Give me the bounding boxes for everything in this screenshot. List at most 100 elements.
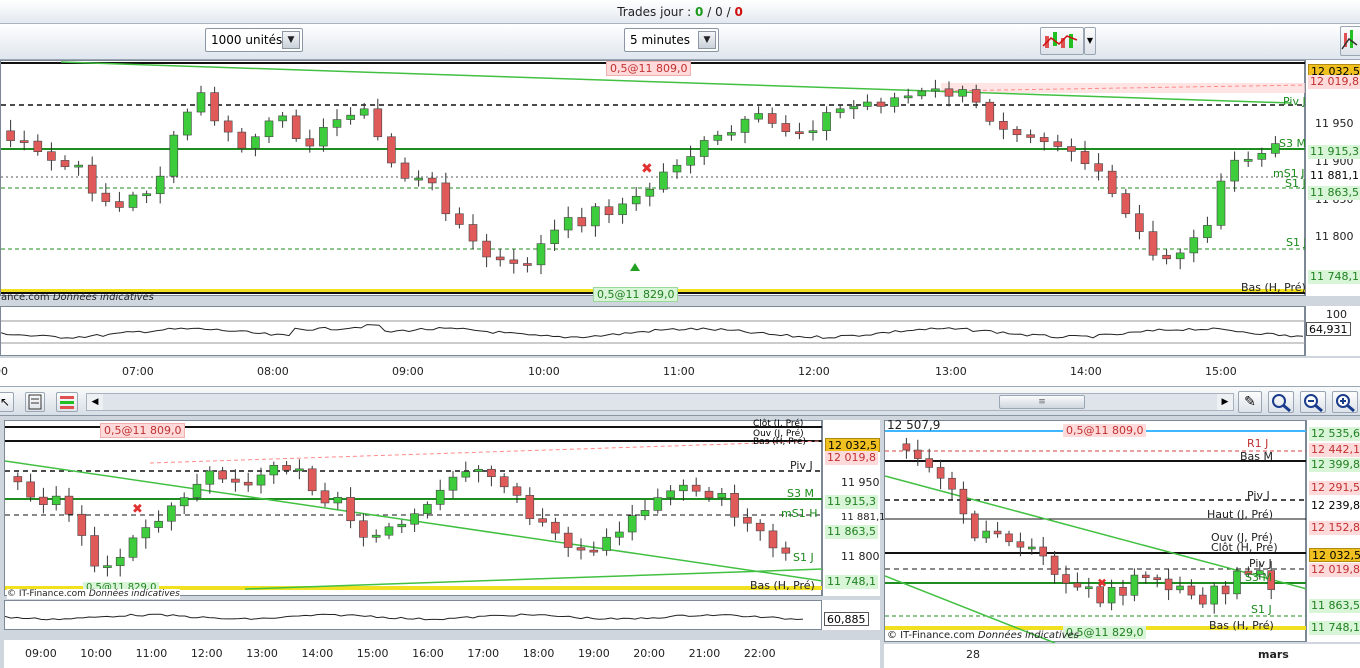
- right-candle: [902, 443, 911, 451]
- main-price-axis: 12 000 11 950 11 900 11 850 11 800 12 03…: [1305, 60, 1360, 296]
- chart-type-button[interactable]: [1040, 27, 1084, 55]
- left-candle: [13, 476, 23, 483]
- right-candle: [1187, 585, 1196, 596]
- left-candle: [282, 465, 291, 471]
- price-box: 11 863,5: [1309, 599, 1360, 613]
- main-price-chart[interactable]: ✖ 0,5@11 809,0 0,5@11 829,0 ance.com Don…: [0, 60, 1307, 303]
- price-tick: 11 800: [841, 550, 880, 563]
- main-candle: [618, 203, 627, 216]
- left-candle: [551, 521, 560, 534]
- main-candle: [659, 171, 668, 190]
- main-candle: [1189, 237, 1199, 254]
- main-candle: [47, 151, 56, 161]
- left-candle: [256, 474, 266, 486]
- right-candle: [1198, 594, 1207, 605]
- right-candle: [936, 467, 945, 479]
- left-candle: [538, 518, 547, 523]
- drawing-tool-icon: [28, 394, 42, 410]
- price-box: 12 019,8: [825, 451, 878, 465]
- sell-marker-icon: ✖: [132, 502, 143, 517]
- main-candle: [1257, 153, 1267, 160]
- osc-value: 64,931: [1306, 322, 1351, 336]
- time-tick: 14:00: [301, 647, 334, 660]
- time-tick: 22:00: [743, 647, 776, 660]
- left-candle: [333, 497, 343, 504]
- right-candle: [925, 458, 934, 468]
- trades-sep-1: /: [707, 5, 712, 19]
- scroll-right-icon[interactable]: ▶: [1217, 394, 1233, 410]
- price-box: 12 152,8: [1309, 521, 1360, 535]
- trades-count-b: 0: [715, 5, 723, 19]
- left-candle: [103, 565, 112, 568]
- left-candle: [653, 497, 663, 511]
- watermark: © IT-Finance.com Données indicatives: [887, 630, 1079, 641]
- header-label: Bas (H, Pré): [753, 437, 807, 447]
- main-candle: [835, 108, 845, 113]
- zoom-out-button[interactable]: [1300, 391, 1326, 413]
- left-candle: [717, 493, 727, 499]
- left-candle: [39, 496, 48, 505]
- main-chart-canvas: ✖: [1, 61, 1307, 294]
- trade-label-bottom: 0,5@11 829,0: [593, 287, 679, 302]
- left-candle: [499, 476, 509, 488]
- chevron-down-icon[interactable]: ▼: [698, 31, 716, 49]
- interval-select[interactable]: 5 minutes ▼: [624, 28, 719, 52]
- right-candle: [1028, 546, 1036, 550]
- time-tick: 09:00: [25, 647, 57, 660]
- main-candle: [1203, 225, 1212, 238]
- left-candle: [307, 468, 317, 492]
- main-candle: [1216, 180, 1226, 226]
- zoom-in-button[interactable]: [1332, 391, 1358, 413]
- line-label-s1b: S1 J: [1286, 236, 1307, 249]
- price-box-last: 12 032,5: [1309, 548, 1360, 562]
- main-candle: [740, 118, 750, 133]
- price-box: 11 915,3: [1308, 145, 1360, 159]
- horizontal-scrollbar[interactable]: ◀ ≡ ▶: [86, 393, 1234, 411]
- zoom-fit-button[interactable]: [1268, 391, 1294, 413]
- main-candle: [1230, 159, 1239, 182]
- chevron-down-icon[interactable]: ▼: [282, 31, 300, 49]
- left-candle: [525, 495, 535, 519]
- left-candle: [768, 530, 778, 549]
- time-tick: 17:00: [467, 647, 500, 660]
- indicator-list-button[interactable]: [56, 392, 78, 412]
- left-candle: [64, 495, 74, 515]
- right-candle: [993, 530, 1002, 535]
- scroll-left-icon[interactable]: ◀: [87, 394, 103, 410]
- left-candle: [461, 471, 471, 478]
- main-candle: [142, 193, 151, 197]
- cursor-tool-icon[interactable]: ↖: [0, 392, 14, 412]
- zoom-fit-icon: [1272, 394, 1291, 413]
- time-tick: 21:00: [688, 647, 721, 660]
- main-candle: [645, 188, 655, 197]
- left-candle: [192, 483, 202, 498]
- left-candle: [679, 484, 688, 492]
- chevron-down-icon[interactable]: ▼: [1084, 27, 1096, 55]
- right-candle: [1016, 541, 1025, 548]
- interval-select-value: 5 minutes: [630, 33, 691, 47]
- left-price-chart[interactable]: ✖ 0,5@11 809,0 0,5@11 829,0 Clôt (J, Pré…: [4, 419, 824, 599]
- main-candle: [1162, 254, 1171, 260]
- right-price-chart[interactable]: ✖ 12 507,9 0,5@11 809,0 0,5@11 829,0 R1 …: [884, 418, 1308, 644]
- units-select[interactable]: 1000 unités ▼: [205, 28, 303, 52]
- pencil-icon[interactable]: ✎: [1238, 391, 1262, 413]
- left-candle: [423, 504, 432, 515]
- main-candle: [604, 206, 614, 216]
- scroll-thumb[interactable]: ≡: [999, 395, 1085, 409]
- time-tick: mars: [1258, 648, 1289, 661]
- trades-label: Trades jour :: [617, 5, 692, 19]
- main-candle: [523, 263, 532, 266]
- main-candle: [985, 101, 995, 122]
- oscillator-line: [4, 613, 804, 621]
- main-candle: [808, 130, 818, 133]
- left-candle: [487, 468, 496, 477]
- right-candle: [959, 488, 968, 515]
- drawing-tool-button[interactable]: [25, 392, 45, 412]
- indicator-button[interactable]: [1340, 26, 1360, 56]
- line-label-bas: Bas (H, Pré): [750, 579, 815, 592]
- toolbar: 1000 unités ▼ 5 minutes ▼ ▼: [0, 24, 1360, 60]
- line-label-piv: Piv J: [1247, 489, 1270, 502]
- left-candle: [743, 516, 752, 524]
- right-candle: [1005, 533, 1013, 543]
- main-candle: [971, 89, 981, 103]
